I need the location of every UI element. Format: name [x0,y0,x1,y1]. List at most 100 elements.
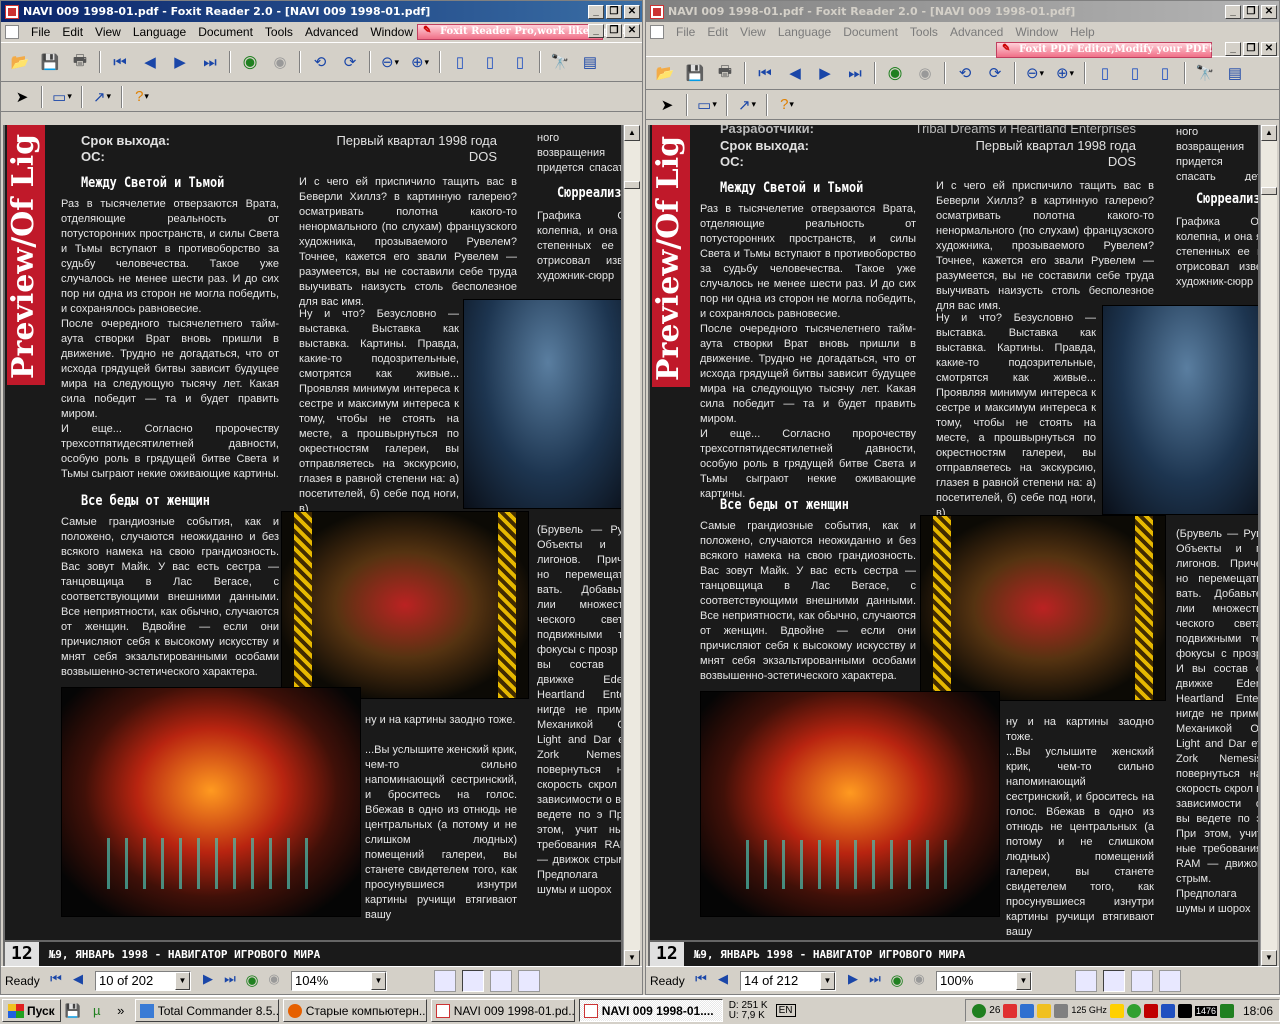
minimize-button[interactable]: _ [588,4,604,19]
menu-help[interactable]: Help [1064,25,1101,39]
task-browser[interactable]: Старые компьютерн... [282,999,427,1022]
back-icon[interactable]: ◉ [886,971,908,991]
menu-language[interactable]: Language [127,25,192,39]
menu-language[interactable]: Language [772,25,837,39]
previous-page-icon[interactable]: ◀ [783,61,807,85]
document-view[interactable]: Preview/Of Lig Срок выхода: Первый кварта… [3,125,640,966]
title-bar[interactable]: NAVI 009 1998-01.pdf - Foxit Reader 2.0 … [1,1,642,22]
menu-advanced[interactable]: Advanced [944,25,1009,39]
menu-document[interactable]: Document [192,25,259,39]
forward-icon[interactable]: ◉ [268,50,292,74]
task-foxit-1[interactable]: NAVI 009 1998-01.pd... [430,999,575,1022]
actual-size-icon[interactable]: ▯ [1093,61,1117,85]
foxit-window-left[interactable]: NAVI 009 1998-01.pdf - Foxit Reader 2.0 … [0,0,643,995]
open-folder-icon[interactable]: 📂 [653,61,677,85]
last-page-icon[interactable]: ⏭ [864,971,886,991]
language-indicator[interactable]: EN [775,1004,796,1017]
mdi-restore-button[interactable]: ❐ [606,24,622,38]
tray-app-icon[interactable] [1160,1003,1175,1018]
zoom-in-icon[interactable]: ⊕ [1053,61,1077,85]
scroll-down-icon[interactable]: ▼ [1261,950,1277,966]
title-bar[interactable]: NAVI 009 1998-01.pdf - Foxit Reader 2.0 … [646,1,1279,22]
print-icon[interactable]: 🖶 [68,50,92,74]
select-cursor-icon[interactable]: ➤ [655,93,679,117]
first-page-icon[interactable]: ⏮ [753,61,777,85]
utorrent-tray-icon[interactable] [972,1003,987,1018]
zoom-out-icon[interactable]: ⊖ [378,50,402,74]
continuous-facing-view-icon[interactable] [1159,969,1181,992]
vertical-scrollbar[interactable]: ▲ ▼ [623,125,640,966]
next-page-icon[interactable]: ▶ [168,50,192,74]
restore-button[interactable]: ❐ [1243,4,1259,19]
mdi-close-button[interactable]: ✕ [1261,42,1277,56]
open-folder-icon[interactable]: 📂 [8,50,32,74]
mdi-restore-button[interactable]: ❐ [1243,42,1259,56]
foxit-window-right[interactable]: NAVI 009 1998-01.pdf - Foxit Reader 2.0 … [645,0,1280,995]
actual-size-icon[interactable]: ▯ [448,50,472,74]
quicklaunch-more-icon[interactable]: » [110,1001,132,1021]
forward-icon[interactable]: ◉ [913,61,937,85]
arrow-tool-icon[interactable]: ↗ [735,93,759,117]
facing-view-icon[interactable] [490,969,512,992]
rotate-left-icon[interactable]: ⟲ [308,50,332,74]
find-icon[interactable]: 🔭 [548,50,572,74]
task-foxit-2[interactable]: NAVI 009 1998-01.... [578,999,723,1022]
scroll-down-icon[interactable]: ▼ [624,950,640,966]
help-icon[interactable]: ? [775,93,799,117]
save-icon[interactable]: 💾 [683,61,707,85]
bookmarks-panel-icon[interactable]: ▤ [578,50,602,74]
last-page-icon[interactable]: ⏭ [219,971,241,991]
snapshot-tool-icon[interactable]: ▭ [50,85,74,109]
task-total-commander[interactable]: Total Commander 8.5... [134,999,279,1022]
scroll-thumb[interactable] [624,181,640,189]
rotate-right-icon[interactable]: ⟳ [338,50,362,74]
back-icon[interactable]: ◉ [883,61,907,85]
chevron-down-icon[interactable]: ▼ [371,971,386,990]
tray-app-icon[interactable] [1143,1003,1158,1018]
next-page-icon[interactable]: ▶ [197,971,219,991]
document-icon[interactable] [650,25,664,39]
promo-banner[interactable]: Foxit PDF Editor,Modify your PDF! [996,42,1213,58]
continuous-facing-view-icon[interactable] [518,969,540,992]
menu-document[interactable]: Document [837,25,904,39]
utorrent-quicklaunch-icon[interactable]: µ [86,1001,108,1021]
menu-view[interactable]: View [734,25,772,39]
scroll-up-icon[interactable]: ▲ [1261,125,1277,141]
first-page-icon[interactable]: ⏮ [45,971,67,991]
tray-app-icon[interactable] [1020,1003,1035,1018]
start-button[interactable]: Пуск [2,999,61,1022]
previous-page-icon[interactable]: ◀ [67,971,89,991]
page-number-field[interactable]: 10 of 202 ▼ [95,970,191,991]
first-page-icon[interactable]: ⏮ [690,971,712,991]
chevron-down-icon[interactable]: ▼ [1016,971,1031,990]
bookmarks-panel-icon[interactable]: ▤ [1223,61,1247,85]
foxit-app-icon[interactable] [5,4,19,19]
facing-view-icon[interactable] [1131,969,1153,992]
tray-app-icon[interactable] [1003,1003,1018,1018]
tray-app-icon[interactable] [1219,1003,1234,1018]
back-icon[interactable]: ◉ [241,971,263,991]
menu-tools[interactable]: Tools [259,25,299,39]
back-icon[interactable]: ◉ [238,50,262,74]
single-page-view-icon[interactable] [1075,969,1097,992]
forward-icon[interactable]: ◉ [263,971,285,991]
save-icon[interactable]: 💾 [38,50,62,74]
mdi-minimize-button[interactable]: _ [1225,42,1241,56]
next-page-icon[interactable]: ▶ [842,971,864,991]
menu-view[interactable]: View [89,25,127,39]
zoom-out-icon[interactable]: ⊖ [1023,61,1047,85]
last-page-icon[interactable]: ⏭ [198,50,222,74]
menu-file[interactable]: File [25,25,56,39]
document-icon[interactable] [5,25,19,39]
zoom-in-icon[interactable]: ⊕ [408,50,432,74]
help-icon[interactable]: ? [130,85,154,109]
menu-file[interactable]: File [670,25,701,39]
tray-app-icon[interactable] [1054,1003,1069,1018]
fit-width-icon[interactable]: ▯ [508,50,532,74]
menu-advanced[interactable]: Advanced [299,25,364,39]
mdi-close-button[interactable]: ✕ [624,24,640,38]
menu-window[interactable]: Window [364,25,419,39]
continuous-view-icon[interactable] [1103,969,1125,992]
vertical-scrollbar[interactable]: ▲ ▼ [1260,125,1277,966]
menu-edit[interactable]: Edit [56,25,89,39]
